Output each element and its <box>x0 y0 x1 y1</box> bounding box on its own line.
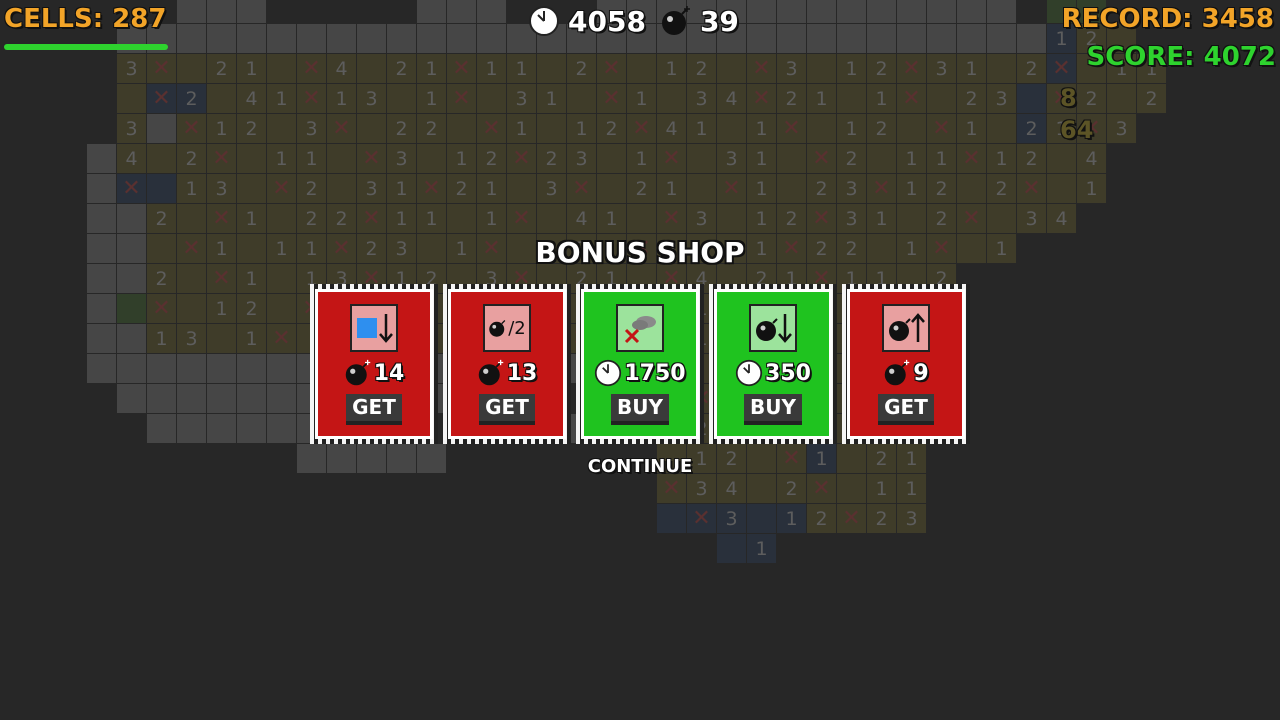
get-button[interactable]: GET <box>346 394 402 425</box>
bombs-value: 39 <box>699 4 739 38</box>
bomb-down-arrow-icon <box>749 304 797 352</box>
bomb-icon <box>345 359 370 386</box>
price-value: 9 <box>913 360 929 386</box>
clock-icon <box>529 6 559 36</box>
record-label: RECORD: 3458 <box>1061 4 1274 34</box>
clock-icon <box>735 359 763 387</box>
side-label-64: 64 <box>1060 116 1094 144</box>
shop-card-bomb-down[interactable]: 350 BUY <box>709 284 837 444</box>
shop-card-bomb-up[interactable]: 9 GET <box>842 284 970 444</box>
cloud-cross-icon <box>616 304 664 352</box>
bomb-icon <box>885 359 910 386</box>
price-value: 1750 <box>624 360 686 386</box>
bomb-half-glyph: /2 <box>508 317 526 339</box>
clock-icon <box>595 359 622 387</box>
bomb-icon <box>478 359 503 386</box>
continue-button[interactable]: CONTINUE <box>0 456 1280 477</box>
shop-card-bomb-half[interactable]: /2 13 GET <box>443 284 571 444</box>
score-label: SCORE: 4072 <box>1086 42 1276 72</box>
bomb-half-icon: /2 <box>483 304 531 352</box>
buy-button[interactable]: BUY <box>744 394 802 425</box>
shop-card-cloud-cross[interactable]: 1750 BUY <box>576 284 704 444</box>
get-button[interactable]: GET <box>479 394 535 425</box>
price-value: 350 <box>765 360 811 386</box>
price-value: 14 <box>373 360 405 386</box>
top-center-stats: 4058 39 <box>528 4 739 38</box>
get-button[interactable]: GET <box>878 394 934 425</box>
buy-button[interactable]: BUY <box>611 394 669 425</box>
price-value: 13 <box>506 360 538 386</box>
time-value: 4058 <box>568 4 646 38</box>
shop-title: BONUS SHOP <box>535 236 745 269</box>
bomb-up-arrow-icon <box>882 304 930 352</box>
cells-counter: CELLS: 287 <box>4 4 167 34</box>
shop-card-blue-square-down[interactable]: 14 GET <box>310 284 438 444</box>
bomb-icon <box>661 6 690 35</box>
side-label-8: 8 <box>1060 84 1077 112</box>
cells-progress-bar <box>4 44 168 50</box>
blue-square-down-arrow-icon <box>350 304 398 352</box>
